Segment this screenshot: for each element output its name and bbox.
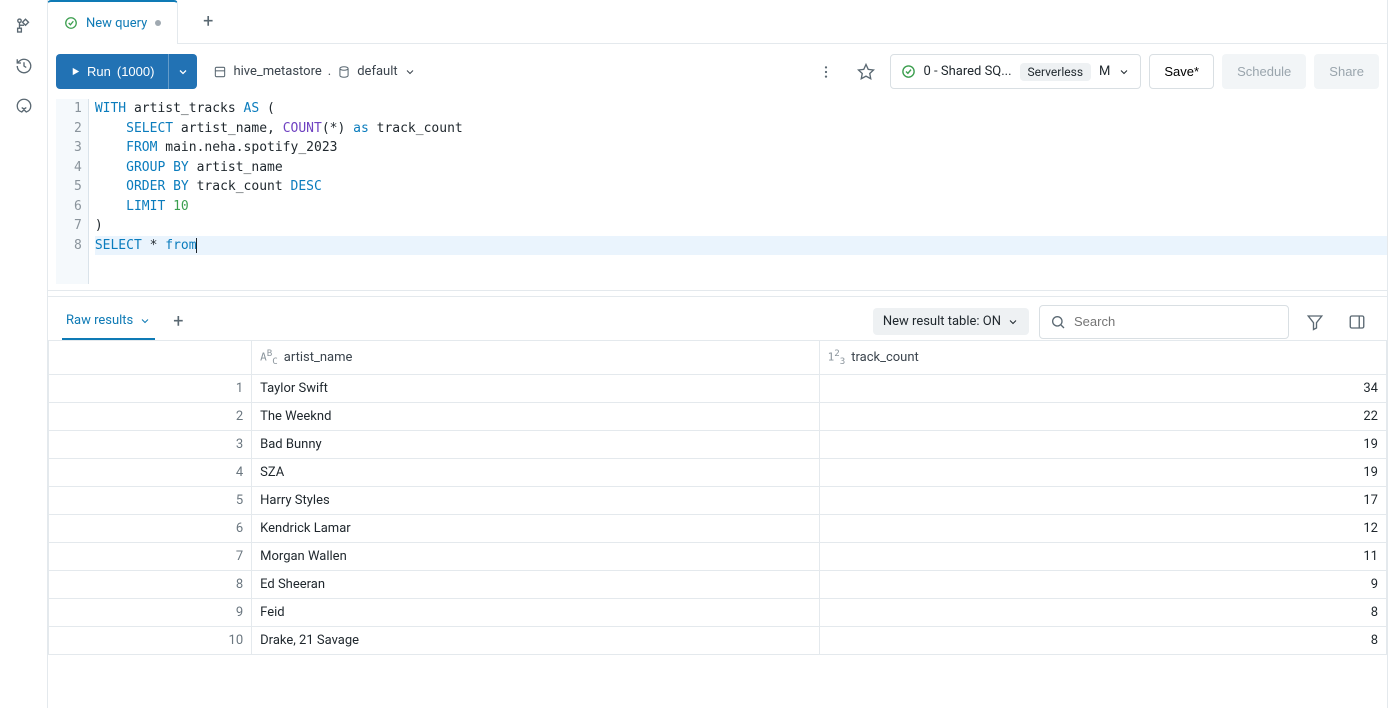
- history-icon[interactable]: [14, 56, 34, 76]
- table-row[interactable]: 4SZA19: [49, 459, 1387, 487]
- chevron-down-icon: [177, 66, 189, 78]
- table-row[interactable]: 1Taylor Swift34: [49, 375, 1387, 403]
- tab-label: New query: [86, 16, 147, 31]
- table-row[interactable]: 5Harry Styles17: [49, 487, 1387, 515]
- results-tab-raw[interactable]: Raw results: [62, 303, 155, 340]
- add-visualization-button[interactable]: +: [165, 311, 191, 332]
- results-tab-label: Raw results: [66, 313, 133, 328]
- filter-button[interactable]: [1299, 306, 1331, 338]
- chevron-down-icon: [139, 315, 151, 327]
- tabs-bar: New query +: [48, 0, 1387, 44]
- run-count: (1000): [117, 64, 155, 79]
- new-result-toggle[interactable]: New result table: ON: [873, 308, 1029, 335]
- compute-type-badge: Serverless: [1020, 63, 1092, 81]
- schema-browser-icon[interactable]: [14, 16, 34, 36]
- string-type-icon: ABC: [260, 348, 278, 367]
- table-row[interactable]: 9Feid8: [49, 599, 1387, 627]
- results-search[interactable]: [1039, 305, 1289, 339]
- column-header-track-count[interactable]: 123track_count: [819, 341, 1386, 375]
- results-table: ABCartist_name 123track_count 1Taylor Sw…: [48, 340, 1387, 655]
- kebab-icon: [818, 64, 834, 80]
- schema-name: default: [357, 64, 397, 79]
- table-row[interactable]: 8Ed Sheeran9: [49, 571, 1387, 599]
- number-type-icon: 123: [828, 348, 846, 367]
- chevron-down-icon: [1118, 66, 1130, 78]
- left-rail: [0, 0, 48, 708]
- check-icon: [901, 64, 916, 79]
- compute-size: M: [1099, 64, 1110, 79]
- panel-icon: [1348, 313, 1366, 331]
- line-gutter: 12345678: [56, 99, 89, 284]
- table-row[interactable]: 3Bad Bunny19: [49, 431, 1387, 459]
- results-bar: Raw results + New result table: ON: [48, 296, 1387, 340]
- run-button[interactable]: Run (1000): [56, 54, 168, 89]
- tab-new-query[interactable]: New query: [47, 0, 178, 44]
- panel-toggle-button[interactable]: [1341, 306, 1373, 338]
- share-button[interactable]: Share: [1314, 54, 1379, 89]
- schema-icon: [337, 65, 351, 79]
- results-search-input[interactable]: [1074, 314, 1278, 329]
- run-group: Run (1000): [56, 54, 197, 89]
- run-label: Run: [87, 64, 111, 79]
- play-icon: [70, 66, 81, 77]
- add-tab-button[interactable]: +: [190, 0, 226, 43]
- right-edge: [1387, 0, 1392, 708]
- compute-selector[interactable]: 0 - Shared SQ... Serverless M: [890, 54, 1142, 89]
- more-options-button[interactable]: [810, 56, 842, 88]
- ai-assist-icon[interactable]: [14, 96, 34, 116]
- search-icon: [1050, 314, 1066, 330]
- table-row[interactable]: 10Drake, 21 Savage8: [49, 627, 1387, 655]
- toolbar: Run (1000) hive_metastore . default: [48, 44, 1387, 99]
- table-row[interactable]: 7Morgan Wallen11: [49, 543, 1387, 571]
- catalog-context-selector[interactable]: hive_metastore . default: [205, 64, 415, 79]
- chevron-down-icon: [404, 66, 416, 78]
- run-dropdown[interactable]: [168, 54, 197, 89]
- unsaved-dot: [155, 20, 161, 26]
- code-area[interactable]: WITH artist_tracks AS ( SELECT artist_na…: [89, 99, 1387, 284]
- row-num-header[interactable]: [49, 341, 252, 375]
- table-row[interactable]: 6Kendrick Lamar12: [49, 515, 1387, 543]
- catalog-name: hive_metastore: [233, 64, 321, 79]
- schedule-button[interactable]: Schedule: [1222, 54, 1306, 89]
- table-row[interactable]: 2The Weeknd22: [49, 403, 1387, 431]
- filter-icon: [1306, 313, 1324, 331]
- star-icon: [857, 63, 875, 81]
- main-area: New query + Run (1000) hive_metastore .: [48, 0, 1387, 708]
- compute-name: 0 - Shared SQ...: [924, 64, 1012, 79]
- catalog-icon: [213, 65, 227, 79]
- column-header-artist-name[interactable]: ABCartist_name: [252, 341, 819, 375]
- save-button[interactable]: Save*: [1149, 54, 1214, 89]
- chevron-down-icon: [1007, 316, 1019, 328]
- check-icon: [64, 16, 78, 30]
- favorite-button[interactable]: [850, 56, 882, 88]
- sql-editor[interactable]: 12345678 WITH artist_tracks AS ( SELECT …: [48, 99, 1387, 284]
